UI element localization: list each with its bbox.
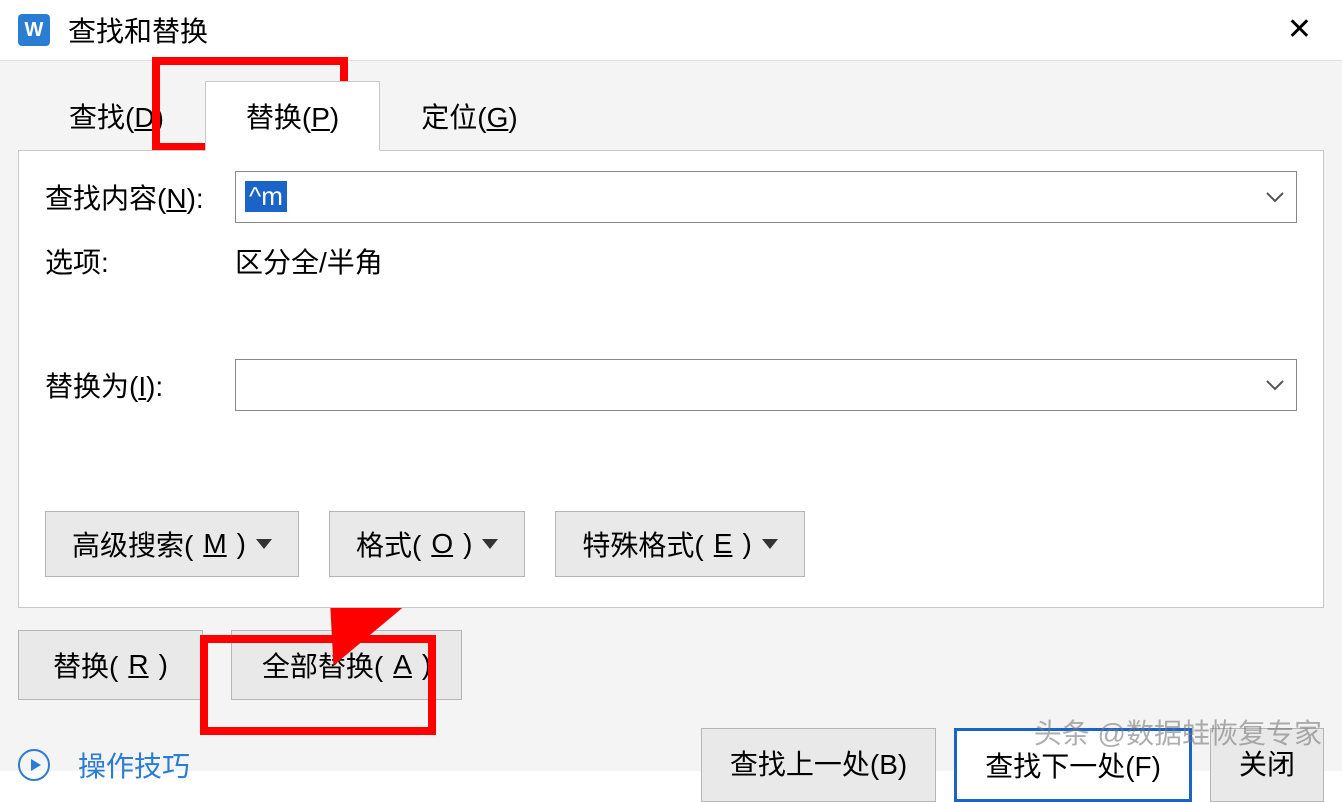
find-what-selection: ^m: [245, 181, 287, 212]
tab-find[interactable]: 查找(D): [28, 81, 205, 151]
caret-down-icon: [762, 539, 778, 549]
find-replace-dialog: W 查找和替换 ✕ 查找(D) 替换(P) 定位(G) 查找内容(N): ^m …: [0, 0, 1342, 770]
dialog-body: 查找(D) 替换(P) 定位(G) 查找内容(N): ^m 选项: 区分全/半角…: [0, 61, 1342, 771]
format-button[interactable]: 格式(O): [329, 511, 525, 577]
app-icon: W: [18, 14, 50, 46]
find-what-label: 查找内容(N):: [45, 177, 235, 217]
advanced-search-button[interactable]: 高级搜索(M): [45, 511, 299, 577]
find-what-input[interactable]: [235, 171, 1297, 223]
replace-with-row: 替换为(I):: [45, 359, 1297, 411]
find-what-combo[interactable]: ^m: [235, 171, 1297, 223]
format-button-row: 高级搜索(M) 格式(O) 特殊格式(E): [45, 511, 1297, 577]
footer-buttons: 查找上一处(B) 查找下一处(F) 关闭: [701, 728, 1324, 802]
chevron-down-icon[interactable]: [1265, 379, 1285, 391]
close-button[interactable]: 关闭: [1210, 728, 1324, 802]
dialog-title: 查找和替换: [68, 10, 208, 50]
find-what-row: 查找内容(N): ^m: [45, 171, 1297, 223]
caret-down-icon: [482, 539, 498, 549]
play-icon: [18, 749, 50, 781]
options-row: 选项: 区分全/半角: [45, 241, 1297, 281]
chevron-down-icon[interactable]: [1265, 191, 1285, 203]
options-label: 选项:: [45, 241, 235, 281]
tab-strip: 查找(D) 替换(P) 定位(G): [28, 81, 1324, 151]
tab-goto[interactable]: 定位(G): [380, 81, 558, 151]
replace-button[interactable]: 替换(R): [18, 630, 203, 700]
titlebar: W 查找和替换 ✕: [0, 0, 1342, 61]
app-icon-letter: W: [25, 19, 44, 42]
find-next-button[interactable]: 查找下一处(F): [954, 728, 1192, 802]
replace-with-combo[interactable]: [235, 359, 1297, 411]
close-icon[interactable]: ✕: [1275, 11, 1324, 49]
options-value: 区分全/半角: [235, 241, 383, 281]
tab-panel: 查找内容(N): ^m 选项: 区分全/半角 替换为(I):: [18, 150, 1324, 608]
caret-down-icon: [256, 539, 272, 549]
action-row: 替换(R) 全部替换(A): [18, 630, 1324, 700]
replace-with-label: 替换为(I):: [45, 365, 235, 405]
special-format-button[interactable]: 特殊格式(E): [555, 511, 804, 577]
tips-link[interactable]: 操作技巧: [78, 745, 190, 785]
replace-all-button[interactable]: 全部替换(A): [231, 630, 462, 700]
footer-row: 操作技巧 查找上一处(B) 查找下一处(F) 关闭: [18, 728, 1324, 802]
tab-replace[interactable]: 替换(P): [205, 81, 380, 151]
replace-with-input[interactable]: [235, 359, 1297, 411]
find-prev-button[interactable]: 查找上一处(B): [701, 728, 936, 802]
